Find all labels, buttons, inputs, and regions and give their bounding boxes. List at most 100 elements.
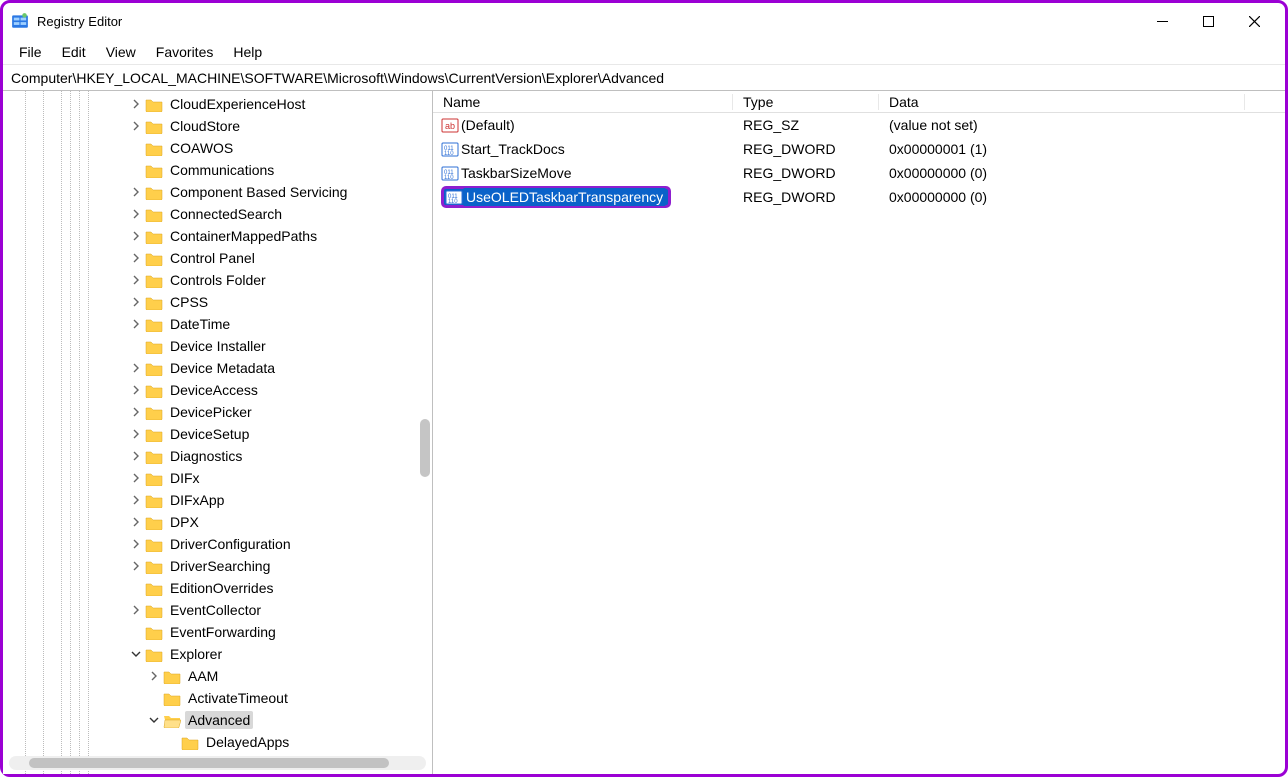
tree-item[interactable]: Explorer — [3, 643, 432, 665]
collapse-icon[interactable] — [147, 713, 161, 727]
expand-icon[interactable] — [129, 119, 143, 133]
tree-horizontal-scrollbar-thumb[interactable] — [29, 758, 389, 768]
expand-icon[interactable] — [129, 317, 143, 331]
menu-file[interactable]: File — [9, 41, 52, 63]
main-split: CloudExperienceHost CloudStore COAWOS Commu… — [3, 91, 1285, 774]
tree-item[interactable]: DriverConfiguration — [3, 533, 432, 555]
menu-edit[interactable]: Edit — [52, 41, 96, 63]
expand-icon[interactable] — [129, 97, 143, 111]
expand-icon[interactable] — [147, 669, 161, 683]
expand-icon[interactable] — [129, 427, 143, 441]
tree-item-label: DelayedApps — [203, 733, 292, 751]
expand-icon[interactable] — [129, 229, 143, 243]
expand-icon[interactable] — [129, 251, 143, 265]
expand-icon[interactable] — [129, 493, 143, 507]
tree-item[interactable]: EventForwarding — [3, 621, 432, 643]
tree-item[interactable]: DriverSearching — [3, 555, 432, 577]
tree-item-label: CloudStore — [167, 117, 243, 135]
tree-item[interactable]: DateTime — [3, 313, 432, 335]
tree-item[interactable]: DevicePicker — [3, 401, 432, 423]
tree-item[interactable]: Communications — [3, 159, 432, 181]
tree-item-label: Controls Folder — [167, 271, 269, 289]
tree-item[interactable]: AAM — [3, 665, 432, 687]
tree-item-label: Communications — [167, 161, 277, 179]
value-data: 0x00000000 (0) — [879, 165, 1285, 181]
expand-icon[interactable] — [129, 361, 143, 375]
expand-icon[interactable] — [129, 537, 143, 551]
key-tree-pane[interactable]: CloudExperienceHost CloudStore COAWOS Commu… — [3, 91, 433, 774]
tree-item[interactable]: Control Panel — [3, 247, 432, 269]
tree-item[interactable]: Device Installer — [3, 335, 432, 357]
minimize-button[interactable] — [1139, 5, 1185, 37]
tree-item[interactable]: CloudExperienceHost — [3, 93, 432, 115]
folder-icon — [145, 361, 163, 376]
expand-icon[interactable] — [129, 383, 143, 397]
tree-item[interactable]: DeviceAccess — [3, 379, 432, 401]
tree-item[interactable]: EventCollector — [3, 599, 432, 621]
tree-item[interactable]: COAWOS — [3, 137, 432, 159]
menu-help[interactable]: Help — [223, 41, 272, 63]
tree-item[interactable]: CPSS — [3, 291, 432, 313]
tree-item[interactable]: Advanced — [3, 709, 432, 731]
tree-horizontal-scrollbar[interactable] — [9, 756, 426, 770]
value-data: 0x00000001 (1) — [879, 141, 1285, 157]
tree-item[interactable]: DIFxApp — [3, 489, 432, 511]
tree-item[interactable]: DPX — [3, 511, 432, 533]
expand-icon[interactable] — [129, 603, 143, 617]
value-row[interactable]: TaskbarSizeMoveREG_DWORD0x00000000 (0) — [433, 161, 1285, 185]
folder-icon — [145, 405, 163, 420]
expand-icon[interactable] — [129, 295, 143, 309]
value-row-selected[interactable]: UseOLEDTaskbarTransparency — [441, 186, 671, 208]
value-row[interactable]: Start_TrackDocsREG_DWORD0x00000001 (1) — [433, 137, 1285, 161]
tree-item[interactable]: ActivateTimeout — [3, 687, 432, 709]
window-title: Registry Editor — [37, 14, 122, 29]
folder-icon — [145, 207, 163, 222]
collapse-icon[interactable] — [129, 647, 143, 661]
tree-item[interactable]: ContainerMappedPaths — [3, 225, 432, 247]
address-bar[interactable]: Computer\HKEY_LOCAL_MACHINE\SOFTWARE\Mic… — [3, 65, 1285, 91]
tree-item[interactable]: Controls Folder — [3, 269, 432, 291]
expand-icon[interactable] — [129, 405, 143, 419]
expand-icon[interactable] — [129, 449, 143, 463]
close-button[interactable] — [1231, 5, 1277, 37]
folder-icon — [145, 251, 163, 266]
column-data[interactable]: Data — [879, 94, 1245, 110]
expand-icon[interactable] — [129, 559, 143, 573]
tree-item[interactable]: DelayedApps — [3, 731, 432, 753]
tree-item[interactable]: DIFx — [3, 467, 432, 489]
values-list-pane[interactable]: Name Type Data (Default)REG_SZ(value not… — [433, 91, 1285, 774]
tree-item[interactable]: Diagnostics — [3, 445, 432, 467]
tree-item[interactable]: DeviceSetup — [3, 423, 432, 445]
column-name[interactable]: Name — [433, 94, 733, 110]
tree-item-label: Diagnostics — [167, 447, 245, 465]
value-row[interactable]: UseOLEDTaskbarTransparencyREG_DWORD0x000… — [433, 185, 1285, 209]
tree-item-label: CloudExperienceHost — [167, 95, 308, 113]
tree-item-label: COAWOS — [167, 139, 236, 157]
tree-vertical-scrollbar-thumb[interactable] — [420, 419, 430, 477]
value-row[interactable]: (Default)REG_SZ(value not set) — [433, 113, 1285, 137]
expand-icon[interactable] — [129, 471, 143, 485]
tree-item[interactable]: EditionOverrides — [3, 577, 432, 599]
menubar: File Edit View Favorites Help — [3, 39, 1285, 65]
tree-item[interactable]: Component Based Servicing — [3, 181, 432, 203]
folder-icon — [145, 97, 163, 112]
menu-view[interactable]: View — [96, 41, 146, 63]
folder-icon — [145, 449, 163, 464]
tree-item[interactable]: CloudStore — [3, 115, 432, 137]
tree-item[interactable]: Device Metadata — [3, 357, 432, 379]
titlebar[interactable]: Registry Editor — [3, 3, 1285, 39]
folder-icon — [145, 383, 163, 398]
value-name: TaskbarSizeMove — [461, 165, 572, 181]
tree-item[interactable]: ConnectedSearch — [3, 203, 432, 225]
reg-binary-icon — [441, 140, 459, 158]
no-expand-icon — [129, 163, 143, 177]
expand-icon[interactable] — [129, 207, 143, 221]
menu-favorites[interactable]: Favorites — [146, 41, 224, 63]
column-type[interactable]: Type — [733, 94, 879, 110]
tree-item-label: CPSS — [167, 293, 211, 311]
expand-icon[interactable] — [129, 273, 143, 287]
expand-icon[interactable] — [129, 515, 143, 529]
folder-icon — [145, 229, 163, 244]
expand-icon[interactable] — [129, 185, 143, 199]
maximize-button[interactable] — [1185, 5, 1231, 37]
